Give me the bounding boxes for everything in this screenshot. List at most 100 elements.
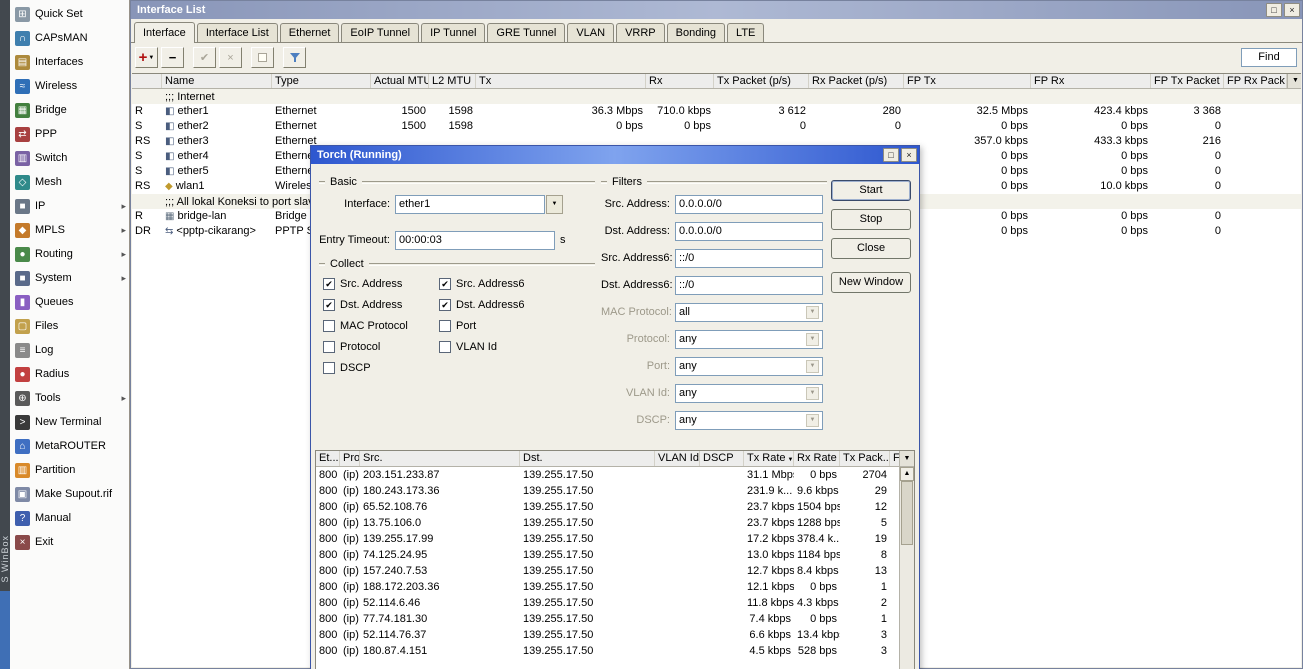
torch-column-header-tx-rate[interactable]: Tx Rate ▼ (744, 451, 794, 466)
collect-checkbox-vlan-id[interactable]: VLAN Id (439, 339, 497, 355)
collect-checkbox-port[interactable]: Port (439, 318, 476, 334)
entry-timeout-input[interactable] (395, 230, 555, 250)
column-header-tx[interactable]: Tx (476, 74, 646, 88)
column-header-tx-packet-p-s[interactable]: Tx Packet (p/s) (714, 74, 809, 88)
protocol-select[interactable]: any ▼ (675, 329, 823, 349)
collect-checkbox-src-address6[interactable]: ✔ Src. Address6 (439, 276, 524, 292)
remove-button[interactable]: − (161, 47, 184, 68)
torch-column-header-vlan-id[interactable]: VLAN Id (655, 451, 700, 466)
torch-row[interactable]: 800 (ip) 52.114.76.37 139.255.17.50 6.6 kbps… (316, 627, 899, 643)
sidebar-item-routing[interactable]: ● Routing ▸ (10, 242, 129, 266)
disable-button[interactable]: × (219, 47, 242, 68)
sidebar-item-ppp[interactable]: ⇄ PPP (10, 122, 129, 146)
column-header-l2-mtu[interactable]: L2 MTU (429, 74, 476, 88)
mac-protocol-select[interactable]: all ▼ (675, 302, 823, 322)
sidebar-item-log[interactable]: ≡ Log (10, 338, 129, 362)
tab-ethernet[interactable]: Ethernet (279, 23, 340, 42)
torch-row[interactable]: 800 (ip) 157.240.7.53 139.255.17.50 12.7 kbp… (316, 563, 899, 579)
stop-button[interactable]: Stop (831, 209, 911, 230)
torch-row[interactable]: 800 (ip) 52.114.6.46 139.255.17.50 11.8 kbps… (316, 595, 899, 611)
chevron-down-icon[interactable]: ▼ (806, 386, 819, 400)
torch-row[interactable]: 800 (ip) 139.255.17.99 139.255.17.50 17.2 kb… (316, 531, 899, 547)
column-header-rx[interactable]: Rx (646, 74, 714, 88)
sidebar-item-files[interactable]: ▢ Files (10, 314, 129, 338)
torch-column-header-dst[interactable]: Dst. (520, 451, 655, 466)
torch-row[interactable]: 800 (ip) 13.75.106.0 139.255.17.50 23.7 kbps… (316, 515, 899, 531)
port-select[interactable]: any ▼ (675, 356, 823, 376)
tab-vlan[interactable]: VLAN (567, 23, 615, 42)
sidebar-item-mesh[interactable]: ◇ Mesh (10, 170, 129, 194)
torch-column-header-rx-rate[interactable]: Rx Rate (794, 451, 840, 466)
sidebar-item-tools[interactable]: ⊕ Tools ▸ (10, 386, 129, 410)
vertical-scrollbar[interactable]: ▲ (899, 467, 914, 669)
column-header-fp-tx[interactable]: FP Tx (904, 74, 1031, 88)
tab-eoip-tunnel[interactable]: EoIP Tunnel (341, 23, 420, 42)
start-button[interactable]: Start (831, 180, 911, 201)
sidebar-item-system[interactable]: ■ System ▸ (10, 266, 129, 290)
torch-row[interactable]: 800 (ip) 180.243.173.36 139.255.17.50 231.9 … (316, 483, 899, 499)
sidebar-item-switch[interactable]: ▥ Switch (10, 146, 129, 170)
column-header-type[interactable]: Type (272, 74, 371, 88)
chevron-down-icon[interactable]: ▼ (806, 332, 819, 346)
column-header-actual-mtu[interactable]: Actual MTU (371, 74, 429, 88)
tab-vrrp[interactable]: VRRP (616, 23, 665, 42)
column-header-rx-packet-p-s[interactable]: Rx Packet (p/s) (809, 74, 904, 88)
collect-checkbox-mac-protocol[interactable]: MAC Protocol (323, 318, 408, 334)
scrollbar-thumb[interactable] (901, 481, 913, 545)
dst-address-input[interactable] (675, 221, 823, 241)
close-button[interactable]: Close (831, 238, 911, 259)
sidebar-item-quick-set[interactable]: ⊞ Quick Set (10, 2, 129, 26)
collect-checkbox-src-address[interactable]: ✔ Src. Address (323, 276, 402, 292)
find-button[interactable]: Find (1241, 48, 1297, 67)
chevron-down-icon[interactable]: ▼ (546, 194, 563, 214)
tab-interface-list[interactable]: Interface List (196, 23, 278, 42)
interface-list-titlebar[interactable]: Interface List □ × (131, 1, 1302, 19)
torch-row[interactable]: 800 (ip) 77.74.181.30 139.255.17.50 7.4 kbps… (316, 611, 899, 627)
column-header-name[interactable]: Name (162, 74, 272, 88)
sidebar-item-ip[interactable]: ■ IP ▸ (10, 194, 129, 218)
sidebar-item-manual[interactable]: ? Manual (10, 506, 129, 530)
new-window-button[interactable]: New Window (831, 272, 911, 293)
sidebar-item-metarouter[interactable]: ⌂ MetaROUTER (10, 434, 129, 458)
tab-bonding[interactable]: Bonding (666, 23, 726, 42)
collect-checkbox-dst-address[interactable]: ✔ Dst. Address (323, 297, 402, 313)
torch-row[interactable]: 800 (ip) 180.87.4.151 139.255.17.50 4.5 kbps… (316, 643, 899, 659)
sidebar-item-interfaces[interactable]: ▤ Interfaces (10, 50, 129, 74)
sidebar-item-partition[interactable]: ▥ Partition (10, 458, 129, 482)
torch-column-header-et[interactable]: Et... (316, 451, 340, 466)
column-header-fp-rx[interactable]: FP Rx (1031, 74, 1151, 88)
collect-checkbox-protocol[interactable]: Protocol (323, 339, 380, 355)
tab-interface[interactable]: Interface (134, 22, 195, 43)
dscp-select[interactable]: any ▼ (675, 410, 823, 430)
torch-column-header-dscp[interactable]: DSCP (700, 451, 744, 466)
sidebar-item-wireless[interactable]: ≈ Wireless (10, 74, 129, 98)
maximize-icon[interactable]: □ (883, 148, 899, 162)
interface-select[interactable]: ether1 (395, 194, 545, 214)
sidebar-item-capsman[interactable]: ∩ CAPsMAN (10, 26, 129, 50)
collect-checkbox-dscp[interactable]: DSCP (323, 360, 371, 376)
sidebar-item-radius[interactable]: ● Radius (10, 362, 129, 386)
sidebar-item-new-terminal[interactable]: > New Terminal (10, 410, 129, 434)
column-header-fp-tx-packet-p-s[interactable]: FP Tx Packet (p/s) (1151, 74, 1224, 88)
maximize-icon[interactable]: □ (1266, 3, 1282, 17)
chevron-down-icon[interactable]: ▼ (806, 305, 819, 319)
torch-row[interactable]: 800 (ip) 203.151.233.87 139.255.17.50 31.1 M… (316, 467, 899, 483)
close-icon[interactable]: × (901, 148, 917, 162)
chevron-down-icon[interactable]: ▼ (806, 359, 819, 373)
torch-column-header-f[interactable]: F (890, 451, 899, 466)
sidebar-item-make-supout-rif[interactable]: ▣ Make Supout.rif (10, 482, 129, 506)
dst-address6-input[interactable] (675, 275, 823, 295)
interface-row-ether2[interactable]: S ◧ ether2 Ethernet 1500 1598 0 bps 0 bps 0 0 0 bp… (132, 119, 1301, 134)
torch-column-header-prot[interactable]: Prot... (340, 451, 360, 466)
collect-checkbox-dst-address6[interactable]: ✔ Dst. Address6 (439, 297, 524, 313)
column-select-button[interactable]: ▼ (1287, 74, 1301, 88)
sidebar-item-mpls[interactable]: ◆ MPLS ▸ (10, 218, 129, 242)
enable-button[interactable]: ✔ (193, 47, 216, 68)
sidebar-item-queues[interactable]: ▮ Queues (10, 290, 129, 314)
src-address-input[interactable] (675, 194, 823, 214)
column-header-flags[interactable] (132, 74, 162, 88)
vlan-id-select[interactable]: any ▼ (675, 383, 823, 403)
tab-gre-tunnel[interactable]: GRE Tunnel (487, 23, 566, 42)
scroll-up-icon[interactable]: ▲ (900, 467, 914, 481)
torch-column-header-tx-pack[interactable]: Tx Pack... (840, 451, 890, 466)
